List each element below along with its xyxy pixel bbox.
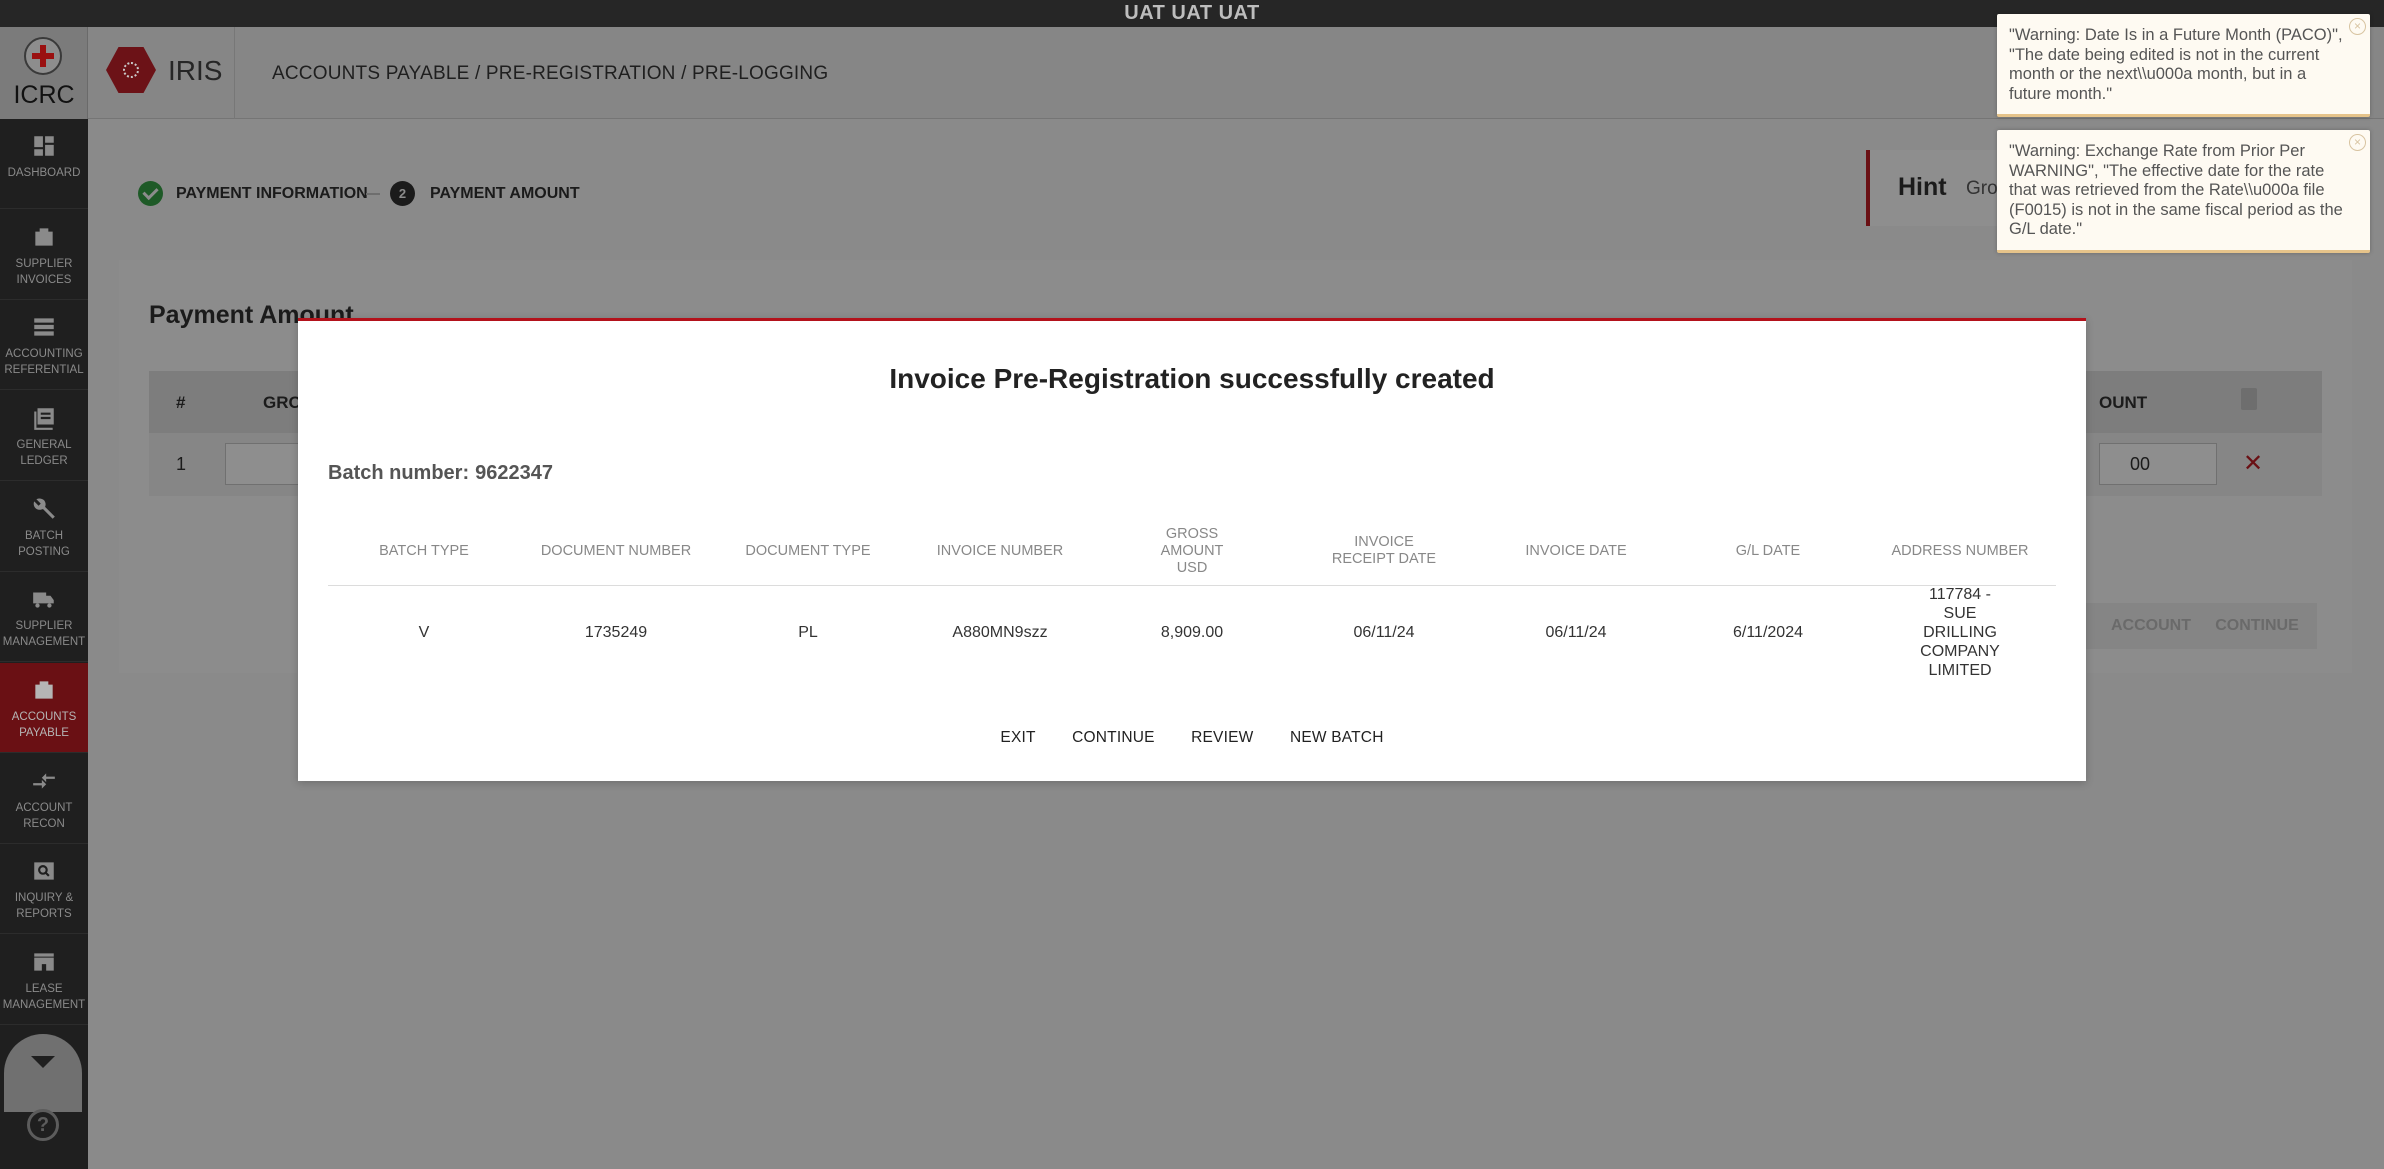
column-header: # (176, 393, 186, 412)
sidebar-item-label: ACCOUNTING REFERENTIAL (4, 348, 84, 376)
sidebar-item-supplier-invoices[interactable]: SUPPLIER INVOICES (0, 210, 88, 300)
warning-toast: × "Warning: Exchange Rate from Prior Per… (1997, 130, 2370, 253)
sidebar-item-label: DASHBOARD (7, 167, 81, 179)
cell-document-type: PL (798, 623, 818, 641)
list-icon (34, 318, 54, 336)
cell-gross-amount: 8,909.00 (1160, 623, 1224, 641)
cell-address-number: 117784 - SUE DRILLING COMPANY LIMITED (1920, 585, 2000, 679)
step-separator (366, 193, 380, 195)
column-header: ADDRESS NUMBER (1891, 542, 2029, 559)
sidebar-item-batch-posting[interactable]: BATCH POSTING (0, 482, 88, 572)
icrc-logo[interactable]: ICRC (0, 27, 88, 119)
check-icon (138, 181, 163, 206)
cell-document-number: 1735249 (584, 623, 648, 641)
sidebar-item-general-ledger[interactable]: GENERAL LEDGER (0, 391, 88, 481)
amount-input[interactable]: 00 (2099, 443, 2217, 485)
column-header: DOCUMENT NUMBER (540, 542, 692, 559)
sidebar-item-account-recon[interactable]: ACCOUNT RECON (0, 754, 88, 844)
account-button[interactable]: ACCOUNT (2069, 603, 2209, 649)
arrows-icon (33, 773, 55, 789)
column-header: INVOICE DATE (1525, 542, 1627, 559)
exit-button[interactable]: EXIT (1000, 729, 1035, 747)
trash-icon[interactable] (2241, 388, 2257, 410)
app-name: IRIS (168, 55, 223, 86)
sidebar-item-label: BATCH POSTING (18, 530, 70, 558)
dashboard-icon (34, 136, 54, 156)
iris-logo-icon[interactable] (106, 47, 156, 93)
briefcase-icon (35, 228, 53, 246)
table-row: V 1735249 PL A880MN9szz 8,909.00 06/11/2… (328, 585, 2056, 679)
cell-batch-type: V (418, 623, 430, 641)
gross-amount-input[interactable] (225, 443, 305, 485)
icrc-emblem-icon (24, 37, 62, 75)
review-button[interactable]: REVIEW (1191, 729, 1253, 747)
delete-row-icon[interactable]: ✕ (2243, 449, 2263, 478)
cell-gl-date: 6/11/2024 (1733, 623, 1803, 641)
wrench-icon (33, 498, 55, 519)
breadcrumb: ACCOUNTS PAYABLE / PRE-REGISTRATION / PR… (272, 63, 829, 84)
ledger-icon (34, 408, 54, 430)
expand-sidebar-button[interactable] (4, 1034, 82, 1112)
column-header: GRO (263, 393, 302, 412)
column-header: INVOICE RECEIPT DATE (1331, 534, 1437, 567)
sidebar-item-lease-management[interactable]: LEASE MANAGEMENT (0, 935, 88, 1025)
dialog-title: Invoice Pre-Registration successfully cr… (889, 363, 1495, 394)
sidebar-item-label: GENERAL LEDGER (16, 439, 72, 467)
column-header: GROSS AMOUNT USD (1160, 525, 1224, 576)
warning-toast: × "Warning: Date Is in a Future Month (P… (1997, 14, 2370, 117)
sidebar-item-inquiry-reports[interactable]: INQUIRY & REPORTS (0, 844, 88, 934)
store-icon (34, 953, 54, 971)
column-header: OUNT (2099, 393, 2148, 412)
sidebar-item-accounting-referential[interactable]: ACCOUNTING REFERENTIAL (0, 300, 88, 390)
logo-text: ICRC (13, 81, 75, 109)
column-header: G/L DATE (1735, 542, 1801, 559)
toast-message: "Warning: Exchange Rate from Prior Per W… (2009, 142, 2343, 238)
sidebar-item-label: LEASE MANAGEMENT (2, 983, 86, 1011)
sidebar-item-label: SUPPLIER MANAGEMENT (2, 620, 86, 648)
close-icon[interactable]: × (2349, 18, 2366, 35)
step-payment-information[interactable]: PAYMENT INFORMATION (176, 185, 368, 203)
column-header: DOCUMENT TYPE (745, 542, 871, 559)
dialog-actions: EXIT CONTINUE REVIEW NEW BATCH (298, 729, 2086, 747)
result-table-header: BATCH TYPE DOCUMENT NUMBER DOCUMENT TYPE… (328, 516, 2056, 586)
cell-invoice-number: A880MN9szz (952, 623, 1048, 641)
sidebar-item-label: ACCOUNT RECON (15, 802, 73, 830)
continue-button[interactable]: CONTINUE (2197, 603, 2317, 649)
step-number: 2 (390, 181, 415, 206)
step-payment-amount[interactable]: PAYMENT AMOUNT (430, 185, 580, 203)
cell-invoice-date: 06/11/24 (1545, 623, 1607, 641)
success-dialog: Invoice Pre-Registration successfully cr… (298, 318, 2086, 781)
column-header: BATCH TYPE (379, 542, 469, 559)
batch-number-label: Batch number: (328, 462, 470, 484)
sidebar-item-supplier-management[interactable]: SUPPLIER MANAGEMENT (0, 572, 88, 662)
batch-number-line: Batch number: 9622347 (328, 462, 553, 485)
sidebar-item-dashboard[interactable]: DASHBOARD (0, 119, 88, 209)
sidebar-item-label: ACCOUNTS PAYABLE (11, 711, 77, 739)
row-number: 1 (176, 454, 187, 474)
toast-message: "Warning: Date Is in a Future Month (PAC… (2009, 26, 2343, 103)
new-batch-button[interactable]: NEW BATCH (1290, 729, 1384, 747)
batch-number-value: 9622347 (475, 462, 553, 484)
hint-title: Hint (1898, 173, 1947, 201)
briefcase-icon (35, 681, 53, 699)
close-icon[interactable]: × (2349, 134, 2366, 151)
search-icon (34, 862, 54, 880)
sidebar-item-label: SUPPLIER INVOICES (15, 258, 73, 286)
sidebar: ICRC DASHBOARD SUPPLIER INVOICES ACCOUNT… (0, 27, 88, 1169)
continue-button[interactable]: CONTINUE (1072, 729, 1155, 747)
header-divider (234, 27, 235, 119)
sidebar-item-accounts-payable[interactable]: ACCOUNTS PAYABLE (0, 663, 88, 753)
truck-icon (33, 592, 54, 608)
help-icon[interactable]: ? (27, 1109, 59, 1141)
sidebar-item-label: INQUIRY & REPORTS (14, 892, 74, 920)
cell-invoice-receipt-date: 06/11/24 (1353, 623, 1415, 641)
column-header: INVOICE NUMBER (936, 542, 1064, 559)
